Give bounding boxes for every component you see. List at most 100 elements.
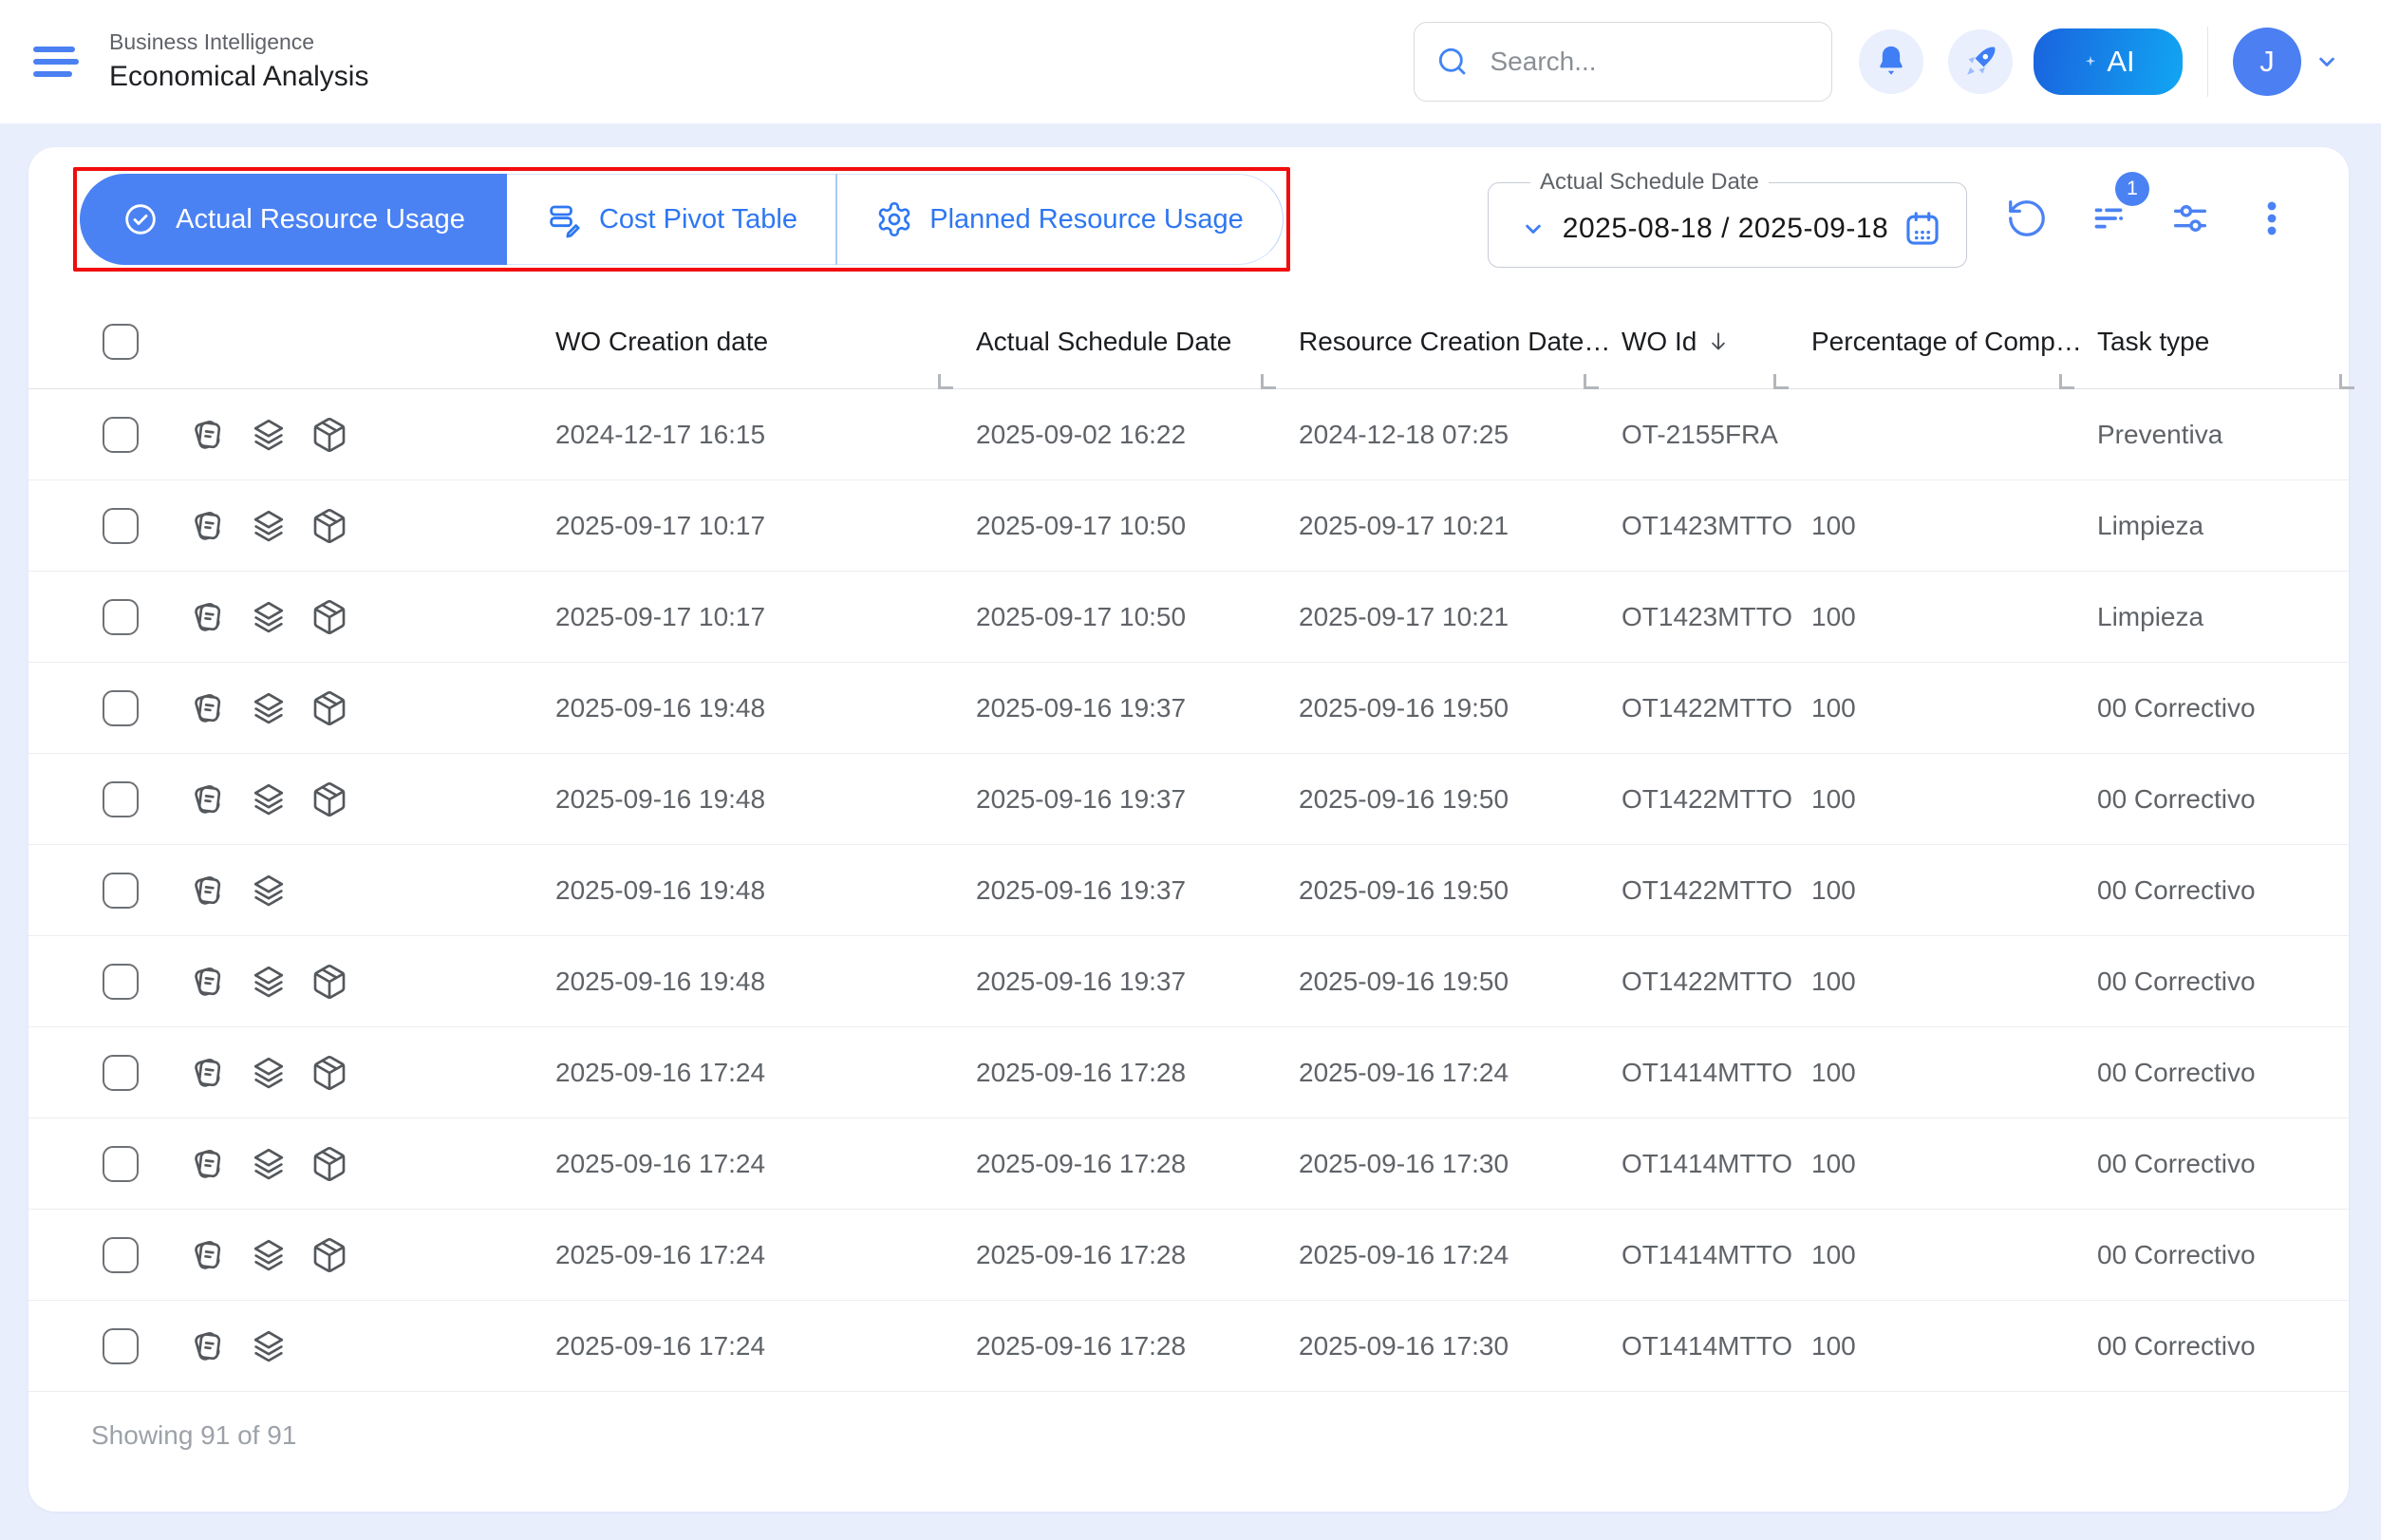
- layers-icon[interactable]: [250, 780, 288, 818]
- select-all-checkbox[interactable]: [103, 324, 139, 360]
- column-resize-handle[interactable]: [2059, 374, 2074, 389]
- annotation-box: Actual Resource Usage Cost Pivot Table: [73, 167, 1290, 272]
- cell-actual-schedule-date: 2025-09-16 17:28: [947, 1331, 1270, 1362]
- refresh-button[interactable]: [2005, 197, 2049, 240]
- column-header-percentage[interactable]: Percentage of Comp…: [1783, 327, 2069, 357]
- work-note-icon[interactable]: [189, 1236, 227, 1274]
- menu-icon[interactable]: [33, 47, 79, 77]
- tab-actual-resource-usage[interactable]: Actual Resource Usage: [80, 174, 507, 265]
- package-icon[interactable]: [310, 689, 348, 727]
- row-checkbox[interactable]: [103, 599, 139, 635]
- row-checkbox[interactable]: [103, 781, 139, 817]
- tab-cost-pivot-table[interactable]: Cost Pivot Table: [507, 174, 835, 265]
- layers-icon[interactable]: [250, 1327, 288, 1365]
- table-row: 2025-09-16 19:48 2025-09-16 19:37 2025-0…: [28, 936, 2349, 1027]
- row-checkbox[interactable]: [103, 964, 139, 1000]
- row-checkbox[interactable]: [103, 873, 139, 909]
- cell-wo-id: OT1422MTTO: [1593, 967, 1783, 997]
- cell-resource-creation-date: 2025-09-16 17:30: [1270, 1149, 1593, 1179]
- work-note-icon[interactable]: [189, 507, 227, 545]
- cell-percentage: 100: [1783, 967, 2069, 997]
- ai-assistant-button[interactable]: AI: [2034, 28, 2183, 95]
- date-range-filter[interactable]: Actual Schedule Date 2025-08-18 / 2025-0…: [1488, 169, 1967, 268]
- cell-task-type: Preventiva: [2069, 420, 2349, 450]
- work-note-icon[interactable]: [189, 1054, 227, 1092]
- layers-icon[interactable]: [250, 1145, 288, 1183]
- layers-icon[interactable]: [250, 1236, 288, 1274]
- cell-wo-creation-date: 2025-09-16 17:24: [527, 1240, 947, 1270]
- work-note-icon[interactable]: [189, 963, 227, 1001]
- layers-icon[interactable]: [250, 689, 288, 727]
- column-resize-handle[interactable]: [2339, 374, 2354, 389]
- package-icon[interactable]: [310, 780, 348, 818]
- calendar-icon[interactable]: [1902, 208, 1943, 250]
- filter-badge: 1: [2115, 172, 2149, 206]
- cell-resource-creation-date: 2025-09-16 19:50: [1270, 875, 1593, 906]
- column-resize-handle[interactable]: [938, 374, 953, 389]
- package-icon[interactable]: [310, 507, 348, 545]
- cell-wo-id: OT1423MTTO: [1593, 511, 1783, 541]
- package-icon[interactable]: [310, 963, 348, 1001]
- layers-icon[interactable]: [250, 963, 288, 1001]
- chevron-down-icon[interactable]: [1517, 213, 1549, 245]
- tab-planned-resource-usage[interactable]: Planned Resource Usage: [837, 174, 1284, 265]
- cell-wo-id: OT1422MTTO: [1593, 784, 1783, 815]
- layers-icon[interactable]: [250, 416, 288, 454]
- row-checkbox[interactable]: [103, 690, 139, 726]
- filter-button[interactable]: 1: [2087, 197, 2130, 240]
- cell-resource-creation-date: 2025-09-17 10:21: [1270, 511, 1593, 541]
- more-options-button[interactable]: [2250, 197, 2294, 240]
- column-resize-handle[interactable]: [1261, 374, 1276, 389]
- column-header-resource-creation-date[interactable]: Resource Creation Date…: [1270, 327, 1593, 357]
- layers-icon[interactable]: [250, 598, 288, 636]
- column-resize-handle[interactable]: [1584, 374, 1599, 389]
- layers-icon[interactable]: [250, 872, 288, 910]
- work-note-icon[interactable]: [189, 689, 227, 727]
- row-checkbox[interactable]: [103, 508, 139, 544]
- row-count-summary: Showing 91 of 91: [28, 1392, 2349, 1451]
- search-input[interactable]: [1489, 46, 1812, 78]
- row-checkbox[interactable]: [103, 417, 139, 453]
- column-settings-button[interactable]: [2168, 197, 2212, 240]
- row-checkbox[interactable]: [103, 1146, 139, 1182]
- column-header-wo-creation-date[interactable]: WO Creation date: [527, 327, 947, 357]
- package-icon[interactable]: [310, 1054, 348, 1092]
- package-icon[interactable]: [310, 598, 348, 636]
- breadcrumb: Business Intelligence Economical Analysi…: [109, 28, 368, 94]
- table-row: 2025-09-16 17:24 2025-09-16 17:28 2025-0…: [28, 1027, 2349, 1118]
- cell-wo-creation-date: 2025-09-16 17:24: [527, 1331, 947, 1362]
- table-row: 2025-09-16 19:48 2025-09-16 19:37 2025-0…: [28, 754, 2349, 845]
- content-card: Actual Resource Usage Cost Pivot Table: [28, 147, 2349, 1512]
- row-checkbox[interactable]: [103, 1055, 139, 1091]
- search-box[interactable]: [1414, 22, 1832, 102]
- package-icon[interactable]: [310, 416, 348, 454]
- cell-wo-id: OT1414MTTO: [1593, 1058, 1783, 1088]
- launch-button[interactable]: [1948, 29, 2013, 94]
- work-note-icon[interactable]: [189, 872, 227, 910]
- notifications-button[interactable]: [1859, 29, 1923, 94]
- column-header-wo-id[interactable]: WO Id: [1593, 327, 1783, 357]
- avatar[interactable]: J: [2233, 28, 2301, 96]
- row-checkbox[interactable]: [103, 1237, 139, 1273]
- work-note-icon[interactable]: [189, 1145, 227, 1183]
- column-resize-handle[interactable]: [1773, 374, 1789, 389]
- column-header-task-type[interactable]: Task type: [2069, 327, 2349, 357]
- search-icon: [1434, 43, 1472, 81]
- sort-desc-icon: [1704, 328, 1733, 356]
- column-header-actual-schedule-date[interactable]: Actual Schedule Date: [947, 327, 1270, 357]
- date-range-value: 2025-08-18 / 2025-09-18: [1549, 213, 1902, 245]
- row-checkbox[interactable]: [103, 1328, 139, 1364]
- toolbar: Actual Resource Usage Cost Pivot Table: [28, 147, 2349, 272]
- work-note-icon[interactable]: [189, 598, 227, 636]
- cell-actual-schedule-date: 2025-09-16 17:28: [947, 1058, 1270, 1088]
- layers-icon[interactable]: [250, 1054, 288, 1092]
- work-note-icon[interactable]: [189, 1327, 227, 1365]
- account-menu-button[interactable]: [2311, 46, 2343, 78]
- cell-wo-id: OT-2155FRA: [1593, 420, 1783, 450]
- package-icon[interactable]: [310, 1145, 348, 1183]
- work-note-icon[interactable]: [189, 416, 227, 454]
- package-icon[interactable]: [310, 1236, 348, 1274]
- work-note-icon[interactable]: [189, 780, 227, 818]
- layers-icon[interactable]: [250, 507, 288, 545]
- cell-wo-creation-date: 2025-09-16 17:24: [527, 1149, 947, 1179]
